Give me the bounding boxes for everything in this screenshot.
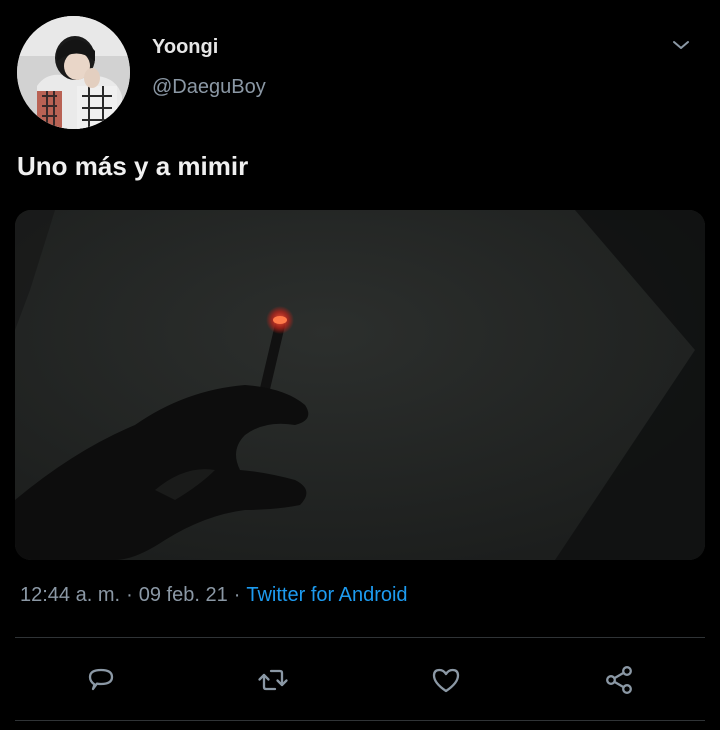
- heart-icon: [432, 668, 460, 693]
- retweet-icon: [258, 669, 288, 691]
- tweet-text: Uno más y a mimir: [17, 151, 249, 181]
- display-name[interactable]: Yoongi: [152, 36, 218, 59]
- tweet-time: 12:44 a. m.: [20, 584, 121, 606]
- comment-icon: [88, 668, 114, 691]
- tweet-meta: 12:44 a. m. · 09 feb. 21 · Twitter for A…: [20, 584, 408, 607]
- tweet-source-link[interactable]: Twitter for Android: [246, 584, 407, 607]
- user-handle[interactable]: @DaeguBoy: [152, 76, 266, 99]
- like-button[interactable]: [424, 655, 468, 705]
- avatar-image: [17, 16, 130, 129]
- share-button[interactable]: [597, 655, 641, 705]
- tweet-actions: [0, 655, 720, 705]
- meta-separator: ·: [126, 584, 133, 606]
- avatar[interactable]: [17, 16, 130, 129]
- reply-button[interactable]: [79, 655, 123, 705]
- divider: [15, 720, 705, 721]
- retweet-button[interactable]: [251, 655, 295, 705]
- tweet-date[interactable]: 09 feb. 21: [139, 584, 228, 607]
- meta-separator: ·: [233, 584, 241, 606]
- divider: [15, 637, 705, 638]
- tweet-media[interactable]: [15, 210, 705, 560]
- share-icon: [606, 666, 632, 694]
- media-photo: [15, 210, 705, 560]
- more-options-button[interactable]: [668, 34, 694, 56]
- chevron-down-icon: [673, 41, 689, 49]
